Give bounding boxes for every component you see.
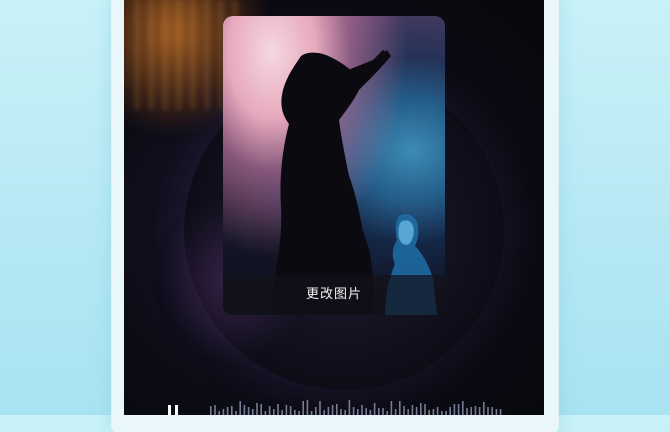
- waveform-bar: [340, 409, 342, 415]
- waveform-bar: [478, 407, 481, 415]
- waveform-bar: [436, 407, 439, 415]
- waveform-bar: [394, 409, 397, 415]
- waveform-bar: [327, 407, 330, 415]
- waveform-bar: [424, 404, 426, 415]
- waveform-bar: [470, 407, 472, 415]
- waveform-bar: [432, 409, 435, 415]
- waveform-bar: [285, 405, 288, 415]
- waveform-bar: [474, 406, 477, 415]
- waveform-bar: [319, 401, 321, 415]
- waveform-bar: [411, 405, 414, 415]
- waveform-bar: [277, 404, 279, 415]
- waveform-bar: [453, 404, 456, 415]
- waveform-bar: [495, 409, 498, 415]
- waveform-bar: [378, 408, 380, 415]
- waveform-bar: [306, 400, 309, 415]
- waveform-bar: [331, 405, 334, 415]
- waveform-bar: [483, 402, 485, 415]
- waveform-bar: [210, 406, 212, 415]
- waveform-bar: [403, 406, 405, 415]
- waveform-bar: [420, 403, 422, 415]
- cover-image-card[interactable]: 更改图片: [223, 16, 445, 315]
- waveform-bar: [302, 401, 304, 415]
- waveform-bar: [214, 405, 216, 415]
- waveform-bar: [310, 411, 313, 415]
- waveform-bar: [491, 407, 493, 415]
- waveform-bar: [231, 406, 233, 415]
- waveform-bar: [264, 411, 267, 415]
- waveform-bar: [218, 411, 220, 415]
- waveform-bar: [415, 407, 418, 415]
- waveform-bar: [235, 411, 237, 415]
- waveform-bar: [352, 407, 355, 415]
- waveform-bar: [399, 401, 401, 415]
- waveform-bar: [252, 409, 254, 415]
- waveform-bar: [386, 411, 388, 415]
- waveform-bar: [344, 410, 346, 415]
- waveform-bar: [365, 408, 367, 415]
- waveform-bar: [390, 401, 393, 415]
- waveform-bar: [222, 409, 225, 415]
- waveform-bar: [466, 408, 468, 415]
- cover-photo-performer: [271, 50, 437, 315]
- waveform-bar: [357, 409, 359, 415]
- audio-waveform[interactable]: [150, 396, 510, 415]
- waveform-bar: [273, 409, 275, 415]
- waveform-bar: [445, 411, 447, 415]
- waveform-bar: [457, 404, 460, 415]
- waveform-bar: [260, 404, 262, 415]
- waveform-bar: [369, 410, 372, 415]
- waveform-bar: [315, 407, 317, 415]
- waveform-bar: [449, 407, 451, 415]
- waveform-bar: [226, 407, 229, 415]
- waveform-bars: [210, 400, 502, 415]
- change-image-button[interactable]: 更改图片: [223, 275, 445, 315]
- waveform-bar: [361, 405, 363, 415]
- waveform-bar: [487, 407, 489, 415]
- waveform-bar: [441, 411, 443, 415]
- waveform-bar: [373, 403, 376, 415]
- waveform-bar: [281, 410, 283, 415]
- waveform-bar: [382, 408, 384, 415]
- waveform-bar: [247, 407, 250, 415]
- waveform-bar: [239, 401, 241, 415]
- waveform-bar: [268, 406, 271, 415]
- waveform-bar: [294, 410, 296, 415]
- waveform-bar: [348, 400, 351, 415]
- waveform-bar: [323, 410, 325, 415]
- waveform-bar: [407, 409, 409, 415]
- waveform-bar: [298, 411, 300, 415]
- waveform-bar: [289, 406, 292, 415]
- waveform-bar: [243, 405, 246, 415]
- waveform-bar: [462, 401, 464, 415]
- waveform-bar: [428, 410, 430, 415]
- waveform-bar: [336, 404, 338, 415]
- pause-icon[interactable]: [168, 405, 178, 415]
- waveform-bar: [256, 403, 258, 415]
- waveform-bar: [499, 409, 502, 415]
